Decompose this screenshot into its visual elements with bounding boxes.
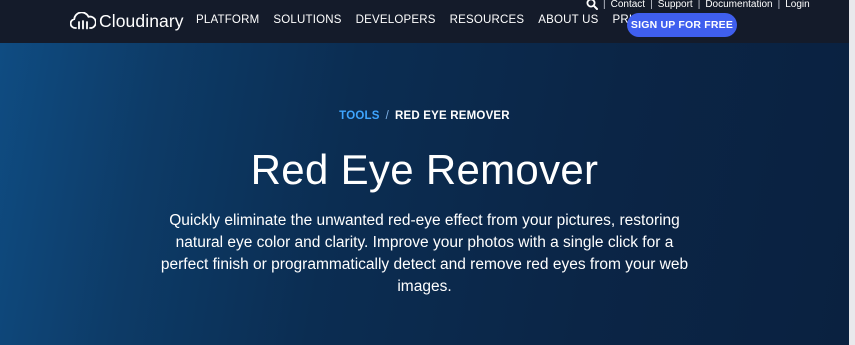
- utility-contact-link[interactable]: Contact: [611, 0, 645, 10]
- nav-about-us[interactable]: ABOUT US: [538, 14, 598, 26]
- utility-support-link[interactable]: Support: [658, 0, 693, 10]
- utility-links: | Contact | Support | Documentation | Lo…: [586, 0, 810, 10]
- sign-up-button[interactable]: SIGN UP FOR FREE: [627, 13, 737, 37]
- top-navigation-bar: Cloudinary PLATFORM SOLUTIONS DEVELOPERS…: [0, 0, 855, 43]
- page-title: Red Eye Remover: [250, 146, 599, 193]
- search-icon[interactable]: [586, 0, 598, 10]
- breadcrumb-separator: /: [385, 110, 389, 122]
- utility-documentation-link[interactable]: Documentation: [705, 0, 772, 10]
- nav-resources[interactable]: RESOURCES: [450, 14, 525, 26]
- utility-separator: |: [777, 0, 781, 10]
- nav-developers[interactable]: DEVELOPERS: [356, 14, 436, 26]
- page-scrollbar[interactable]: [849, 0, 855, 345]
- utility-login-link[interactable]: Login: [785, 0, 809, 10]
- utility-separator: |: [697, 0, 701, 10]
- cloud-logo-icon: [70, 12, 96, 30]
- breadcrumb-tools-link[interactable]: TOOLS: [339, 110, 379, 122]
- cloudinary-logo[interactable]: Cloudinary: [70, 9, 184, 33]
- breadcrumb-current: RED EYE REMOVER: [394, 110, 510, 122]
- utility-separator: |: [603, 0, 606, 10]
- hero-section: TOOLS / RED EYE REMOVER Red Eye Remover Qu…: [0, 43, 849, 345]
- breadcrumb: TOOLS / RED EYE REMOVER: [0, 110, 849, 122]
- nav-solutions[interactable]: SOLUTIONS: [273, 14, 341, 26]
- main-nav: PLATFORM SOLUTIONS DEVELOPERS RESOURCES …: [196, 14, 676, 26]
- utility-separator: |: [650, 0, 653, 10]
- hero-description: Quickly eliminate the unwanted red-eye e…: [160, 212, 689, 295]
- nav-platform[interactable]: PLATFORM: [196, 14, 259, 26]
- logo-text: Cloudinary: [99, 10, 184, 31]
